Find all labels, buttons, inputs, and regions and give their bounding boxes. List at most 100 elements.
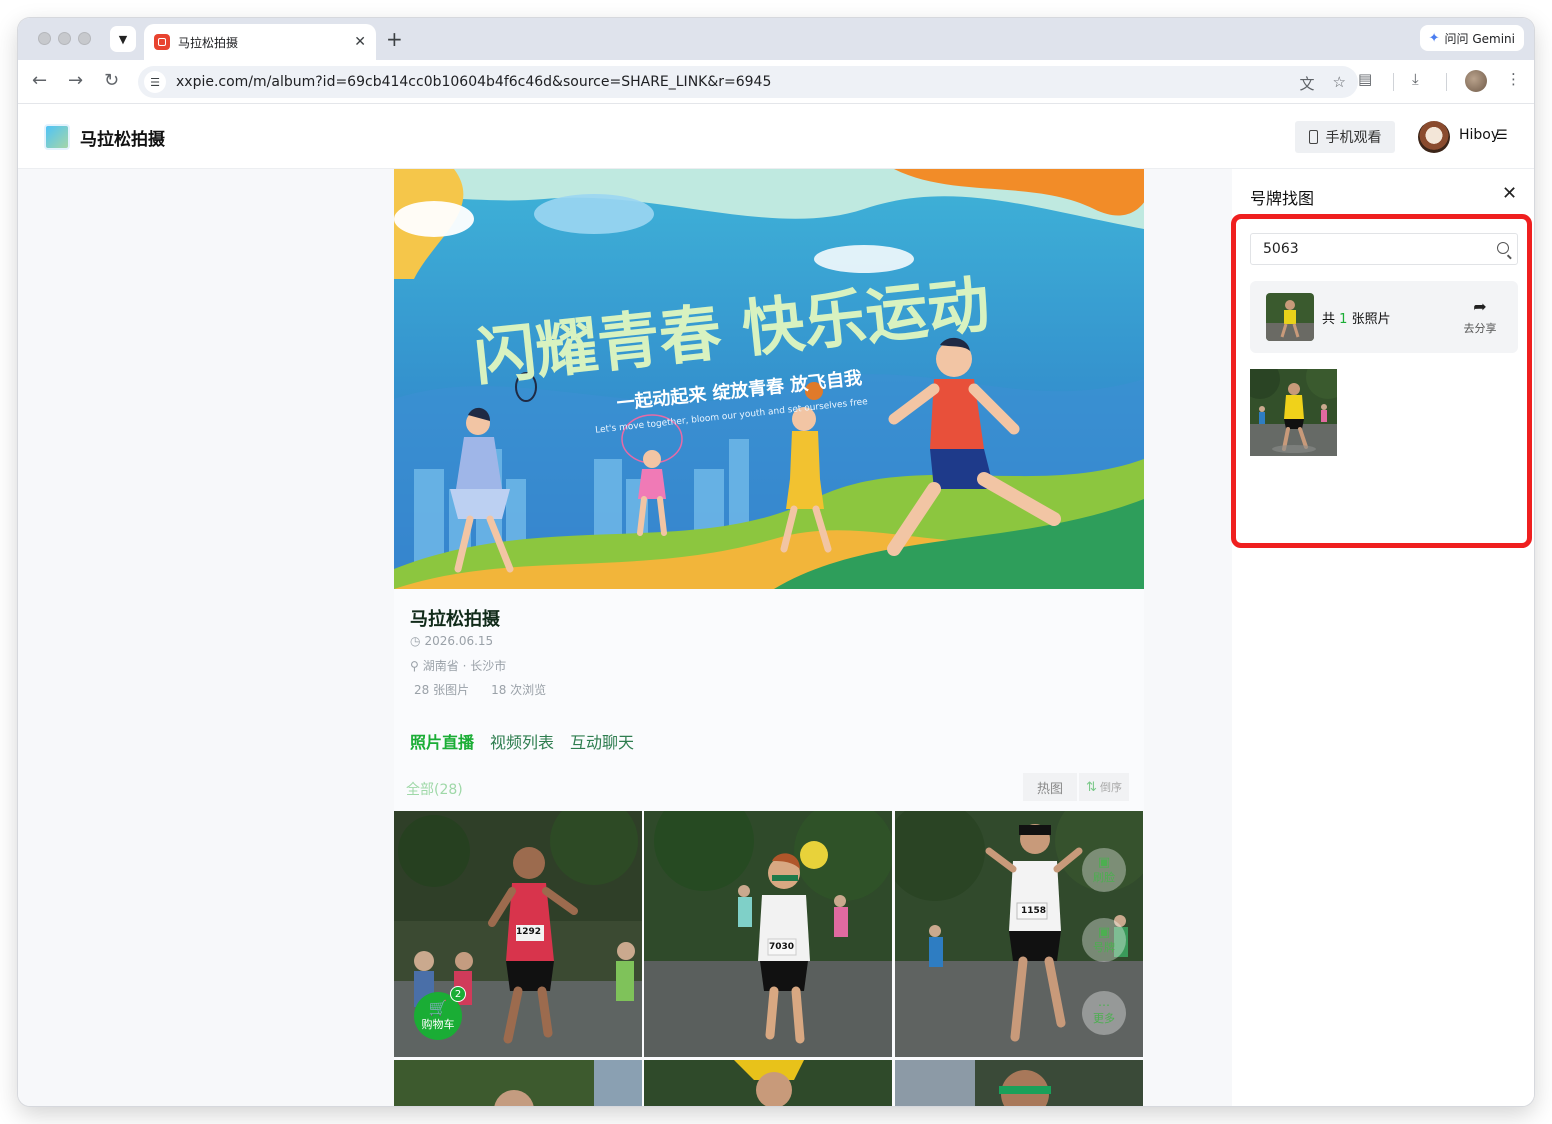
more-dots-icon: ⋯: [1098, 998, 1110, 1012]
minimize-window-button[interactable]: [58, 32, 71, 45]
cart-icon: 🛒: [428, 998, 448, 1017]
share-label: 去分享: [1463, 322, 1497, 335]
found-photo-thumbnail[interactable]: [1250, 369, 1337, 456]
search-icon[interactable]: [1497, 242, 1509, 254]
site-logo-icon[interactable]: [44, 124, 70, 150]
bib-search-label: 号牌: [1093, 940, 1115, 954]
share-button[interactable]: ➦ 去分享: [1460, 297, 1500, 336]
photo-thumbnail[interactable]: [895, 1060, 1143, 1106]
result-thumbnail[interactable]: [1266, 293, 1314, 341]
toolbar-divider: [1393, 73, 1394, 91]
tab-photo-live[interactable]: 照片直播: [410, 729, 474, 753]
album-content: 闪耀青春 快乐运动 一起动起来 绽放青春 放飞自我 Let's move tog…: [394, 169, 1144, 1106]
face-scan-icon: ▣: [1097, 854, 1111, 870]
cart-count-badge: 2: [450, 986, 466, 1002]
profile-avatar[interactable]: [1465, 70, 1487, 92]
menu-icon[interactable]: ☰: [1496, 128, 1508, 143]
bib-number: 1292: [516, 927, 542, 937]
cart-label: 购物车: [421, 1017, 455, 1031]
close-tab-icon[interactable]: ✕: [354, 34, 366, 50]
search-result-card[interactable]: 共 1 张照片 ➦ 去分享: [1250, 281, 1518, 353]
album-tabs: 照片直播 视频列表 互动聊天: [410, 729, 634, 753]
cart-button[interactable]: 🛒 购物车 2: [414, 986, 466, 1040]
bookmark-star-icon[interactable]: ☆: [1333, 73, 1346, 94]
user-name[interactable]: Hiboy: [1459, 127, 1499, 143]
url-text[interactable]: xxpie.com/m/album?id=69cb414cc0b10604b4f…: [176, 74, 771, 90]
sort-label: 倒序: [1099, 781, 1122, 794]
album-title: 马拉松拍摄: [410, 609, 500, 630]
bib-number: 7030: [769, 942, 795, 952]
hot-photos-button[interactable]: 热图: [1023, 773, 1077, 801]
filter-all[interactable]: 全部(28): [406, 779, 463, 799]
result-suffix: 张照片: [1351, 312, 1391, 327]
photo-thumbnail[interactable]: [394, 1060, 642, 1106]
bib-scan-icon: ▣: [1097, 924, 1111, 940]
bib-number: 1158: [1021, 906, 1047, 916]
gemini-button[interactable]: ✦ 问问 Gemini: [1419, 25, 1524, 51]
site-header: 马拉松拍摄 手机观看 Hiboy ☰: [18, 105, 1534, 169]
more-icon[interactable]: ⋮: [1506, 70, 1521, 88]
translate-icon[interactable]: 文: [1300, 73, 1315, 94]
mobile-view-button[interactable]: 手机观看: [1295, 121, 1395, 153]
result-prefix: 共: [1322, 312, 1336, 327]
chevron-down-icon: ▼: [118, 32, 128, 46]
result-count-text: 共 1 张照片: [1322, 308, 1391, 327]
view-count: 18 次浏览: [491, 683, 547, 697]
tab-interactive-chat[interactable]: 互动聊天: [570, 729, 634, 753]
share-arrow-icon: ➦: [1473, 297, 1487, 316]
browser-window: ▼ 马拉松拍摄 ✕ + ✦ 问问 Gemini ← → ↻ ☰ xxpie.co…: [18, 18, 1534, 1106]
download-icon[interactable]: ⤓: [1412, 70, 1419, 88]
tab-strip: ▼ 马拉松拍摄 ✕ + ✦ 问问 Gemini: [18, 18, 1534, 60]
gemini-label: 问问 Gemini: [1444, 31, 1515, 46]
sort-arrows-icon: ⇅: [1086, 779, 1097, 795]
panel-title: 号牌找图: [1250, 189, 1315, 208]
location-pin-icon: ⚲: [410, 658, 419, 673]
clock-icon: ◷: [410, 634, 421, 648]
site-settings-icon[interactable]: ☰: [144, 71, 166, 93]
mobile-view-label: 手机观看: [1325, 130, 1382, 146]
forward-icon[interactable]: →: [68, 70, 83, 91]
site-name[interactable]: 马拉松拍摄: [80, 125, 165, 150]
more-label: 更多: [1093, 1012, 1115, 1025]
reload-icon[interactable]: ↻: [104, 70, 119, 91]
face-search-button[interactable]: ▣ 刷脸: [1082, 848, 1126, 892]
back-icon[interactable]: ←: [32, 70, 47, 91]
sort-desc-button[interactable]: ⇅ 倒序: [1079, 773, 1129, 801]
tab-title: 马拉松拍摄: [178, 35, 239, 50]
bib-search-button[interactable]: ▣ 号牌: [1082, 918, 1126, 962]
album-stats: 28 张图片 18 次浏览: [414, 681, 546, 698]
zoom-window-button[interactable]: [78, 32, 91, 45]
extensions-icon[interactable]: ▤: [1358, 70, 1372, 88]
filter-row: 全部(28) 热图 ⇅ 倒序: [394, 769, 1144, 803]
close-window-button[interactable]: [38, 32, 51, 45]
banner-illustration: 闪耀青春 快乐运动 一起动起来 绽放青春 放飞自我 Let's move tog…: [394, 169, 1144, 589]
gemini-sparkle-icon: ✦: [1428, 30, 1440, 46]
album-date-text: 2026.06.15: [424, 634, 494, 648]
more-button[interactable]: ⋯ 更多: [1082, 991, 1126, 1035]
close-icon[interactable]: ✕: [1502, 183, 1517, 204]
photo-thumbnail[interactable]: 7030: [644, 811, 892, 1057]
bib-search-input[interactable]: 5063: [1250, 233, 1518, 265]
album-banner: 闪耀青春 快乐运动 一起动起来 绽放青春 放飞自我 Let's move tog…: [394, 169, 1144, 589]
photo-count: 28 张图片: [414, 683, 470, 697]
user-avatar[interactable]: [1418, 121, 1450, 153]
photo-thumbnail[interactable]: 1158 ▣ 刷脸 ▣ 号牌 ⋯ 更多: [895, 811, 1143, 1057]
phone-icon: [1308, 130, 1318, 144]
album-location: ⚲ 湖南省 · 长沙市: [410, 657, 506, 674]
tab-search-button[interactable]: ▼: [110, 26, 136, 52]
photo-thumbnail[interactable]: 1292 🛒 购物车 2: [394, 811, 642, 1057]
bib-search-value[interactable]: 5063: [1263, 241, 1299, 257]
browser-toolbar: ← → ↻ ☰ xxpie.com/m/album?id=69cb414cc0b…: [18, 60, 1534, 104]
toolbar-divider: [1446, 73, 1447, 91]
bib-search-panel: 号牌找图 ✕ 5063 共 1 张照片 ➦ 去分享: [1231, 169, 1534, 1106]
address-bar[interactable]: ☰ xxpie.com/m/album?id=69cb414cc0b10604b…: [138, 66, 1358, 98]
new-tab-icon[interactable]: +: [386, 27, 403, 51]
page-body: 闪耀青春 快乐运动 一起动起来 绽放青春 放飞自我 Let's move tog…: [18, 169, 1534, 1106]
tab-active[interactable]: 马拉松拍摄 ✕: [144, 24, 376, 60]
photo-thumbnail[interactable]: [644, 1060, 892, 1106]
site-favicon-icon: [154, 34, 170, 50]
tab-video-list[interactable]: 视频列表: [490, 729, 554, 753]
face-search-label: 刷脸: [1093, 870, 1115, 884]
album-location-text: 湖南省 · 长沙市: [422, 659, 507, 673]
album-date: ◷ 2026.06.15: [410, 634, 493, 648]
